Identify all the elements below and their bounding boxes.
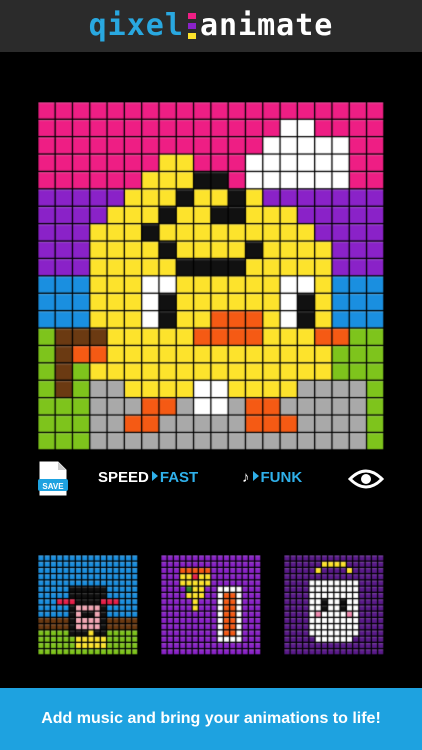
music-control[interactable]: ♪ FUNK xyxy=(242,469,302,486)
gallery-item-girl[interactable] xyxy=(38,555,138,655)
speed-control[interactable]: SPEED FAST xyxy=(98,469,198,486)
eye-icon xyxy=(347,469,385,489)
gallery-item-pizza[interactable] xyxy=(161,555,261,655)
speed-value: FAST xyxy=(159,469,199,486)
speed-label: SPEED xyxy=(98,469,149,486)
pixel-canvas[interactable] xyxy=(38,102,384,450)
save-label: SAVE xyxy=(42,482,64,491)
logo-right: animate xyxy=(199,8,334,43)
banner-text: Add music and bring your animations to l… xyxy=(41,710,381,727)
logo-separator-icon xyxy=(187,13,196,39)
file-icon xyxy=(38,461,68,496)
logo-left: qixel xyxy=(88,8,184,43)
toolbar: SAVE SPEED FAST ♪ FUNK xyxy=(0,455,422,505)
music-note-icon: ♪ xyxy=(242,469,250,486)
play-triangle-icon xyxy=(252,471,259,481)
app-logo: qixel animate xyxy=(0,0,422,52)
preview-button[interactable] xyxy=(347,467,385,491)
promo-banner: Add music and bring your animations to l… xyxy=(0,688,422,750)
save-button[interactable]: SAVE xyxy=(38,461,68,497)
music-value: FUNK xyxy=(260,469,303,486)
gallery-item-ghost[interactable] xyxy=(284,555,384,655)
play-triangle-icon xyxy=(151,471,158,481)
